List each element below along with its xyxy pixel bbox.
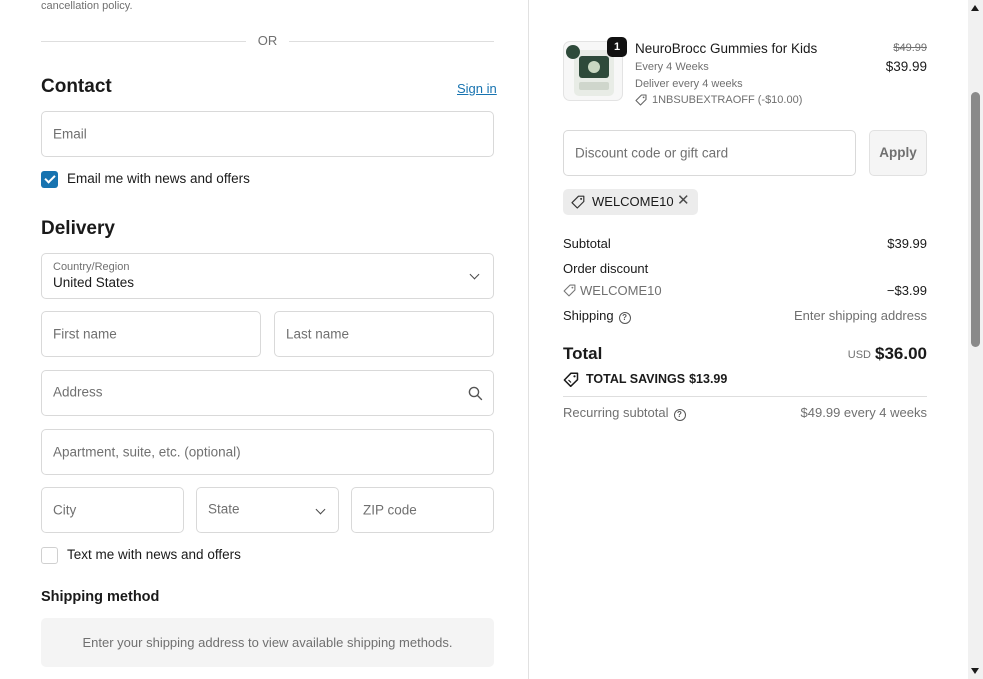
address-field[interactable]: Address — [41, 370, 494, 416]
zip-placeholder: ZIP code — [363, 502, 417, 518]
city-placeholder: City — [53, 502, 77, 518]
product-delivery-note: Deliver every 4 weeks — [635, 78, 743, 90]
last-name-field[interactable]: Last name — [274, 311, 494, 357]
shipping-value: Enter shipping address — [794, 308, 927, 323]
state-placeholder: State — [208, 501, 240, 517]
discount-placeholder: Discount code or gift card — [575, 145, 729, 161]
tag-icon — [635, 94, 647, 106]
email-field[interactable]: Email — [41, 111, 494, 157]
remove-discount-icon[interactable]: ✕ — [677, 193, 690, 209]
contact-heading: Contact — [41, 76, 112, 97]
quantity-badge: 1 — [607, 37, 627, 57]
shipping-label: Shipping — [563, 308, 614, 323]
last-name-placeholder: Last name — [286, 326, 350, 342]
sign-in-link[interactable]: Sign in — [457, 81, 497, 96]
city-field[interactable]: City — [41, 487, 184, 533]
first-name-field[interactable]: First name — [41, 311, 261, 357]
apartment-field[interactable]: Apartment, suite, etc. (optional) — [41, 429, 494, 475]
checkout-form: cancellation policy. OR Contact Sign in … — [0, 0, 528, 679]
total-value: $36.00 — [875, 344, 927, 363]
chevron-down-icon — [315, 504, 326, 515]
product-name: NeuroBrocc Gummies for Kids — [635, 41, 818, 56]
help-icon[interactable]: ? — [673, 409, 686, 421]
divider-line-left — [41, 41, 246, 42]
shipping-method-message: Enter your shipping address to view avai… — [41, 618, 494, 667]
delivery-heading: Delivery — [41, 218, 115, 239]
scroll-down-arrow-icon[interactable] — [971, 668, 979, 674]
applied-discount-code: WELCOME10 — [592, 194, 674, 209]
product-frequency: Every 4 Weeks — [635, 61, 709, 73]
zip-field[interactable]: ZIP code — [351, 487, 494, 533]
apartment-placeholder: Apartment, suite, etc. (optional) — [53, 444, 241, 460]
email-news-checkbox[interactable] — [41, 171, 58, 188]
country-label: Country/Region — [53, 261, 130, 273]
order-discount-value: −$3.99 — [886, 283, 927, 298]
shipping-method-heading: Shipping method — [41, 589, 160, 605]
text-news-label: Text me with news and offers — [67, 547, 241, 562]
product-discount-code: 1NBSUBEXTRAOFF (-$10.00) — [652, 94, 803, 106]
summary-divider — [563, 396, 927, 397]
address-placeholder: Address — [53, 384, 103, 400]
email-placeholder: Email — [53, 126, 87, 142]
scroll-up-arrow-icon[interactable] — [971, 5, 979, 11]
country-select[interactable]: Country/Region United States — [41, 253, 494, 299]
tag-icon — [571, 195, 585, 209]
tag-icon — [563, 284, 576, 297]
or-divider: OR — [41, 33, 494, 49]
savings-value: $13.99 — [689, 372, 728, 386]
discount-code-input[interactable]: Discount code or gift card — [563, 130, 856, 176]
scrollbar-thumb[interactable] — [971, 92, 980, 347]
recurring-label: Recurring subtotal — [563, 405, 669, 420]
text-news-checkbox[interactable] — [41, 547, 58, 564]
order-discount-code: WELCOME10 — [580, 283, 662, 298]
total-currency: USD — [847, 349, 871, 361]
chevron-down-icon — [469, 269, 480, 280]
savings-tag-icon — [563, 372, 579, 387]
or-label: OR — [257, 33, 278, 48]
product-original-price: $49.99 — [893, 42, 927, 54]
country-value: United States — [53, 275, 135, 290]
email-news-label: Email me with news and offers — [67, 171, 250, 186]
applied-discount-chip: WELCOME10 ✕ — [563, 189, 698, 215]
recurring-row-label: Recurring subtotal? — [563, 405, 686, 421]
apply-discount-button[interactable]: Apply — [869, 130, 927, 176]
first-name-placeholder: First name — [53, 326, 117, 342]
order-discount-label: Order discount — [563, 261, 649, 276]
savings-label: TOTAL SAVINGS — [586, 372, 686, 386]
product-price: $39.99 — [885, 59, 927, 74]
state-select[interactable]: State — [196, 487, 339, 533]
cancellation-note: cancellation policy. — [41, 0, 133, 12]
total-label: Total — [563, 344, 603, 363]
total-savings: TOTAL SAVINGS $13.99 — [586, 372, 727, 386]
subtotal-value: $39.99 — [887, 236, 927, 251]
page-scrollbar[interactable] — [968, 0, 983, 679]
divider-line-right — [289, 41, 494, 42]
recurring-value: $49.99 every 4 weeks — [800, 405, 927, 420]
subtotal-label: Subtotal — [563, 236, 611, 251]
help-icon[interactable]: ? — [618, 312, 631, 324]
shipping-row-label: Shipping? — [563, 308, 631, 324]
search-icon — [468, 386, 483, 401]
